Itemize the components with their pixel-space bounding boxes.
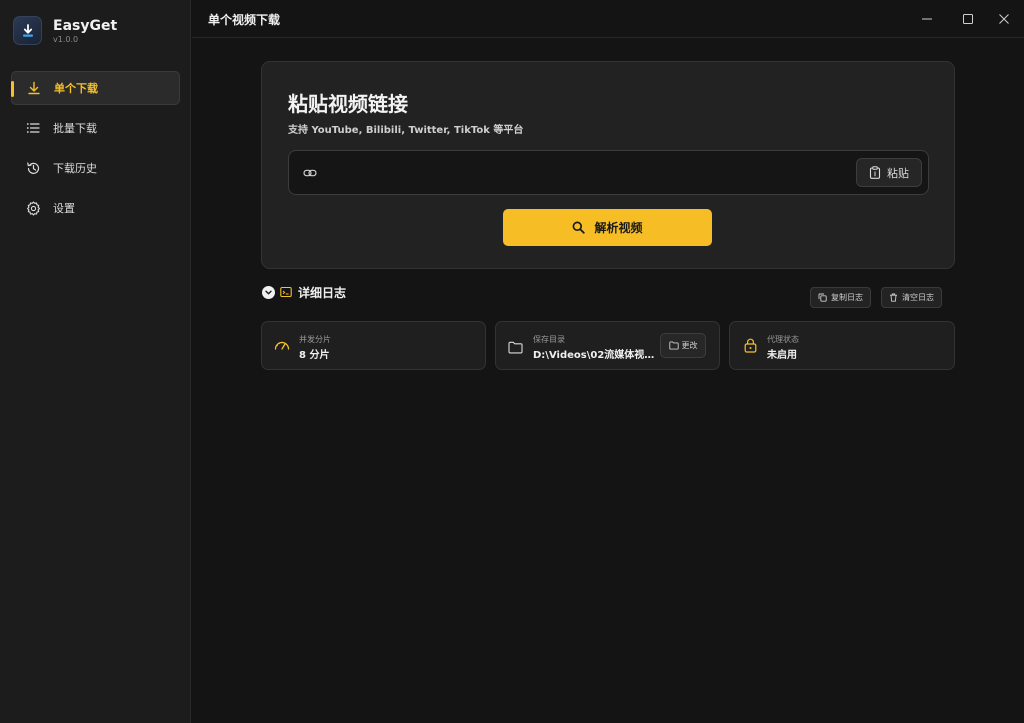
sidebar-item-batch-download[interactable]: 批量下载 (11, 111, 180, 145)
folder-small-icon (668, 341, 679, 350)
close-button[interactable] (993, 8, 1015, 30)
trash-icon (890, 293, 897, 302)
sidebar-item-history[interactable]: 下载历史 (11, 151, 180, 185)
search-icon (573, 221, 586, 234)
log-toggle-button[interactable] (262, 286, 275, 299)
app-logo-icon (13, 16, 42, 45)
save-dir-value: D:\Videos\02流媒体视... (533, 350, 655, 361)
maximize-icon (963, 14, 973, 24)
chevron-down-icon (265, 290, 272, 295)
link-card: 粘贴视频链接 支持 YouTube, Bilibili, Twitter, Ti… (261, 61, 955, 269)
log-title: 详细日志 (298, 286, 347, 300)
history-icon (25, 160, 41, 176)
copy-log-label: 复制日志 (831, 293, 863, 302)
clear-log-label: 清空日志 (902, 293, 934, 302)
sidebar-item-label: 设置 (53, 202, 75, 215)
sidebar-item-single-download[interactable]: 单个下载 (11, 71, 180, 105)
speedometer-icon (274, 338, 290, 357)
concurrency-value: 8 分片 (299, 350, 330, 361)
clipboard-icon (869, 166, 881, 179)
parse-video-button[interactable]: 解析视频 (503, 209, 712, 246)
sidebar-item-settings[interactable]: 设置 (11, 191, 180, 225)
save-dir-label: 保存目录 (533, 335, 565, 344)
gear-icon (25, 200, 41, 216)
lock-icon (744, 338, 757, 357)
minimize-icon (922, 18, 932, 20)
page-title: 单个视频下载 (208, 13, 281, 27)
brand-name: EasyGet (53, 17, 118, 34)
maximize-button[interactable] (957, 8, 979, 30)
parse-label: 解析视频 (594, 221, 643, 235)
close-icon (999, 14, 1009, 24)
concurrency-card: 并发分片 8 分片 (261, 321, 486, 370)
sidebar-item-label: 下载历史 (53, 162, 97, 175)
proxy-label: 代理状态 (767, 335, 799, 344)
terminal-icon (280, 283, 292, 302)
supported-platforms: 支持 YouTube, Bilibili, Twitter, TikTok 等平… (288, 125, 524, 136)
clear-log-button[interactable]: 清空日志 (881, 287, 942, 308)
concurrency-label: 并发分片 (299, 335, 331, 344)
sidebar-item-label: 批量下载 (53, 122, 97, 135)
app-window: EasyGet v1.0.0 单个下载 批量下载 下载历史 设置 单个视频下载 … (0, 0, 1024, 723)
folder-icon (508, 339, 523, 358)
url-field: 粘贴 (288, 150, 929, 195)
card-title: 粘贴视频链接 (288, 92, 408, 116)
minimize-button[interactable] (916, 8, 938, 30)
brand: EasyGet v1.0.0 (13, 16, 117, 45)
title-bar: 单个视频下载 (192, 0, 1024, 38)
copy-icon (818, 293, 827, 302)
brand-version: v1.0.0 (53, 34, 79, 44)
change-dir-button[interactable]: 更改 (660, 333, 706, 358)
save-dir-card: 保存目录 D:\Videos\02流媒体视... 更改 (495, 321, 720, 370)
link-icon (303, 165, 317, 184)
log-header: 详细日志 (262, 283, 346, 302)
sidebar-nav: 单个下载 批量下载 下载历史 设置 (11, 71, 180, 231)
sidebar: EasyGet v1.0.0 单个下载 批量下载 下载历史 设置 (0, 0, 191, 723)
paste-button[interactable]: 粘贴 (856, 158, 922, 187)
proxy-card: 代理状态 未启用 (729, 321, 955, 370)
copy-log-button[interactable]: 复制日志 (810, 287, 871, 308)
download-icon (26, 80, 42, 96)
list-icon (25, 120, 41, 136)
change-dir-label: 更改 (681, 341, 698, 350)
sidebar-item-label: 单个下载 (54, 82, 98, 95)
paste-label: 粘贴 (887, 166, 909, 180)
proxy-value: 未启用 (767, 350, 797, 361)
url-input[interactable] (327, 161, 847, 185)
